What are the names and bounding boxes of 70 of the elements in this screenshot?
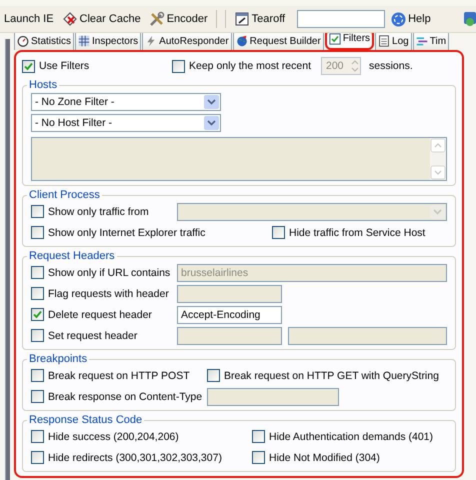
checkbox-label: Hide traffic from Service Host: [289, 226, 426, 238]
checkbox[interactable]: [31, 329, 44, 342]
tab[interactable]: Statistics: [14, 33, 74, 50]
dropdown[interactable]: - No Zone Filter -: [31, 92, 221, 110]
checkbox-label: Show only Internet Explorer traffic: [48, 226, 206, 238]
search-field[interactable]: [297, 10, 386, 28]
checkbox-label: Keep only the most recent: [189, 60, 311, 72]
checkbox[interactable]: [207, 369, 220, 382]
globe-icon: [236, 35, 248, 47]
checkbox-label: Use Filters: [39, 60, 90, 72]
group-title: Response Status Code: [28, 414, 144, 426]
checkbox[interactable]: [31, 451, 44, 464]
splitter-bar[interactable]: [4, 39, 10, 480]
checkbox-label: Break request on HTTP GET with QueryString: [224, 370, 439, 382]
checkbox-label: Set request header: [48, 330, 138, 342]
checkbox-label: Hide Authentication demands (401): [269, 430, 434, 442]
tab[interactable]: Tim: [412, 33, 450, 50]
tab[interactable]: Log: [375, 33, 412, 50]
toolbar-button[interactable]: Clear Cache: [60, 8, 143, 30]
timeline-icon: [416, 35, 428, 47]
checkbox[interactable]: [31, 308, 44, 321]
checkbox[interactable]: [31, 205, 44, 218]
checkbox[interactable]: [31, 430, 44, 443]
checkbox-label: Hide Not Modified (304): [269, 452, 380, 464]
caret-icon: [204, 116, 219, 130]
group-title: Hosts: [28, 79, 58, 91]
toolbar-button[interactable]: Help: [389, 8, 433, 30]
checkbox-label: Break response on Content-Type: [48, 390, 202, 402]
help-icon: [391, 12, 406, 26]
tab[interactable]: Inspectors: [75, 33, 142, 50]
checkbox[interactable]: [31, 226, 44, 239]
text-field[interactable]: Accept-Encoding: [177, 306, 282, 324]
checkbox-icon: [328, 33, 341, 44]
checkbox[interactable]: [31, 390, 44, 403]
checkbox-label: Flag requests with header: [48, 288, 169, 300]
toolbar-button[interactable]: Launch IE: [2, 8, 56, 30]
checkbox[interactable]: [252, 430, 265, 443]
checkbox[interactable]: [31, 266, 44, 279]
checkbox[interactable]: [272, 226, 285, 239]
check-icon: [24, 62, 33, 70]
checkbox[interactable]: [31, 287, 44, 300]
tools-icon: [148, 11, 165, 27]
check-icon: [33, 310, 42, 319]
group-title: Breakpoints: [28, 353, 88, 365]
sessions-label: sessions.: [369, 60, 413, 72]
caret-icon: [430, 204, 445, 218]
checkbox[interactable]: [31, 369, 44, 382]
checkbox[interactable]: [22, 60, 35, 72]
caret-icon: [204, 94, 219, 108]
broom-icon: [62, 11, 78, 27]
grid-icon: [78, 35, 90, 47]
toolbar-button[interactable]: Encoder: [146, 8, 210, 30]
document-icon: [378, 35, 390, 47]
stopwatch-icon: [17, 35, 29, 47]
dropdown[interactable]: - No Host Filter -: [31, 114, 221, 132]
spinner-icon: [350, 58, 360, 74]
checkbox-label: Show only traffic from: [48, 206, 149, 218]
checkbox[interactable]: [252, 451, 265, 464]
group-title: Client Process: [28, 189, 101, 201]
tab[interactable]: AutoResponder: [142, 33, 232, 50]
window-icon: [234, 11, 250, 27]
checkbox-label: Show only if URL contains: [48, 266, 170, 278]
checkbox-label: Hide redirects (300,301,302,303,307): [48, 452, 222, 464]
checkbox-label: Hide success (200,204,206): [48, 430, 179, 442]
tab[interactable]: Filters: [324, 33, 374, 50]
tab[interactable]: Request Builder: [232, 33, 324, 50]
checkbox-label: Delete request header: [48, 308, 152, 320]
toolbar-button[interactable]: Tearoff: [232, 8, 288, 30]
checkbox-label: Break request on HTTP POST: [48, 370, 190, 382]
group-title: Request Headers: [28, 250, 116, 262]
